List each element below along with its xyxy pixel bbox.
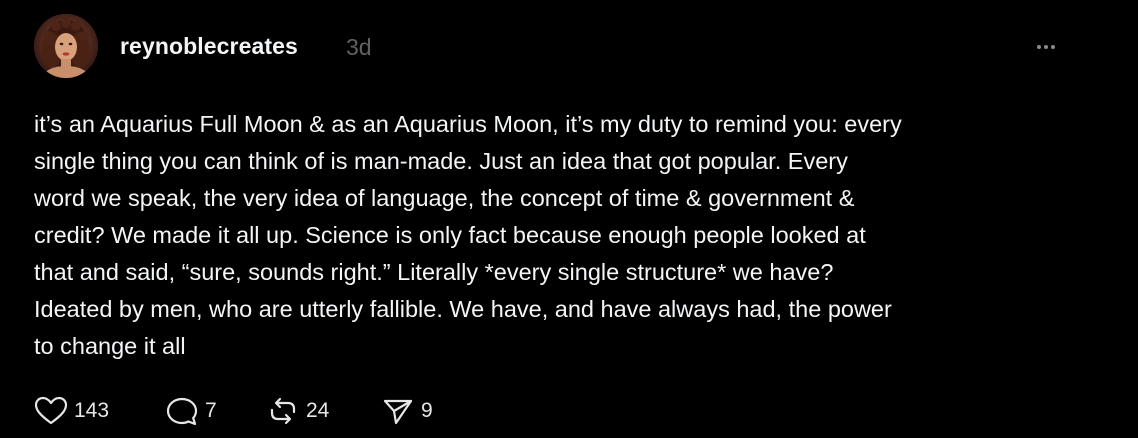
comment-bubble-icon (166, 397, 198, 426)
avatar[interactable] (34, 14, 98, 78)
profile-photo-icon (34, 14, 98, 78)
username-link[interactable]: reynoblecreates (120, 33, 298, 60)
repost-count: 24 (306, 399, 330, 422)
reply-button[interactable]: 7 (165, 396, 266, 426)
like-button[interactable]: 143 (34, 396, 165, 426)
post-timestamp: 3d (346, 34, 372, 60)
post-body-text: it’s an Aquarius Full Moon & as an Aquar… (34, 111, 902, 359)
repost-button[interactable]: 24 (266, 396, 381, 426)
reply-count: 7 (205, 399, 217, 422)
ellipsis-icon (1037, 45, 1055, 49)
post-actions-bar: 143 7 24 9 (34, 394, 451, 428)
repost-arrows-icon (270, 397, 296, 425)
like-count: 143 (74, 399, 110, 422)
more-options-button[interactable] (1030, 36, 1062, 58)
share-count: 9 (421, 399, 433, 422)
paper-plane-icon (383, 399, 413, 425)
share-button[interactable]: 9 (381, 396, 451, 426)
heart-icon (34, 396, 68, 425)
thread-post: reynoblecreates 3d it’s an Aquarius Full… (0, 0, 1138, 438)
